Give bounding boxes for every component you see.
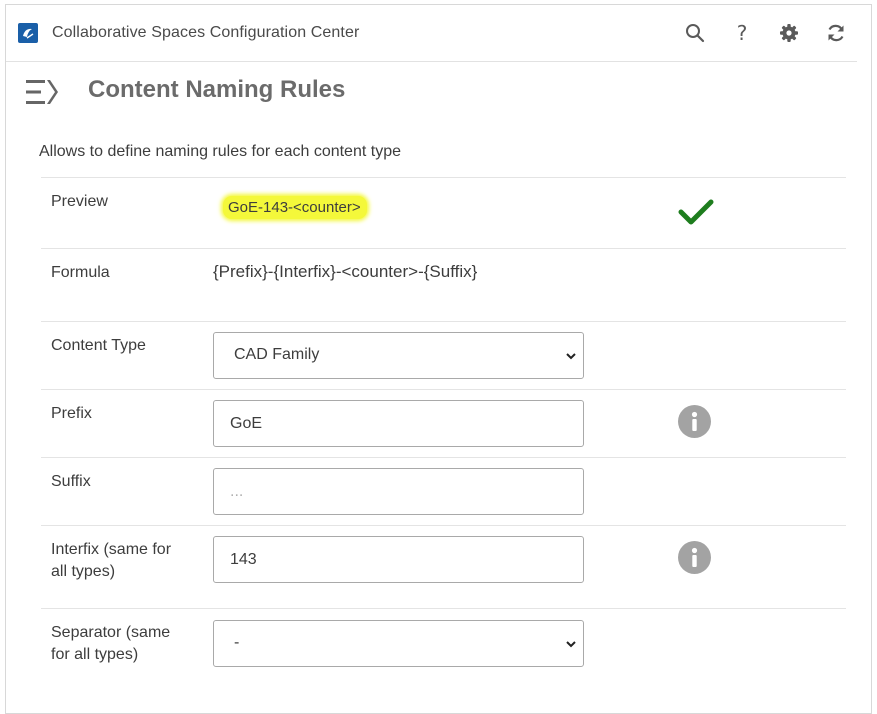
info-icon[interactable]	[678, 405, 711, 438]
interfix-input[interactable]	[213, 536, 584, 583]
menu-toggle-icon[interactable]	[25, 77, 59, 107]
content-type-row: Content Type CAD Family	[41, 321, 846, 389]
gear-icon[interactable]	[777, 21, 801, 45]
prefix-label: Prefix	[51, 405, 92, 422]
content-type-label: Content Type	[51, 337, 146, 354]
chevron-down-icon	[566, 641, 576, 648]
content-type-select[interactable]: CAD Family	[213, 332, 584, 379]
chevron-down-icon	[566, 353, 576, 360]
suffix-input[interactable]	[213, 468, 584, 515]
search-icon[interactable]	[683, 21, 707, 45]
page-description: Allows to define naming rules for each c…	[39, 143, 401, 160]
formula-value: {Prefix}-{Interfix}-<counter>-{Suffix}	[213, 262, 478, 281]
page-title: Content Naming Rules	[88, 76, 346, 103]
info-icon[interactable]	[678, 541, 711, 574]
prefix-input[interactable]	[213, 400, 584, 447]
refresh-icon[interactable]	[824, 21, 848, 45]
separator-row: Separator (same for all types) -	[41, 608, 846, 688]
help-icon[interactable]: ?	[730, 21, 754, 45]
separator-selected: -	[234, 634, 240, 651]
suffix-row: Suffix	[41, 457, 846, 525]
formula-row: Formula {Prefix}-{Interfix}-<counter>-{S…	[41, 248, 846, 321]
app-title: Collaborative Spaces Configuration Cente…	[52, 24, 360, 41]
preview-value: GoE-143-<counter>	[223, 196, 367, 219]
interfix-row: Interfix (same for all types)	[41, 525, 846, 608]
preview-label: Preview	[51, 193, 108, 210]
prefix-row: Prefix	[41, 389, 846, 457]
formula-label: Formula	[51, 264, 110, 281]
separator-label: Separator (same for all types)	[51, 624, 171, 663]
help-glyph: ?	[736, 21, 748, 45]
content-type-selected: CAD Family	[234, 346, 320, 363]
3ds-logo-icon	[18, 23, 38, 43]
suffix-label: Suffix	[51, 473, 91, 490]
interfix-label: Interfix (same for all types)	[51, 541, 172, 580]
checkmark-icon	[678, 199, 714, 225]
preview-row: Preview GoE-143-<counter>	[41, 177, 846, 248]
config-window: Collaborative Spaces Configuration Cente…	[5, 4, 872, 714]
app-top-bar: Collaborative Spaces Configuration Cente…	[6, 5, 857, 62]
separator-select[interactable]: -	[213, 620, 584, 667]
